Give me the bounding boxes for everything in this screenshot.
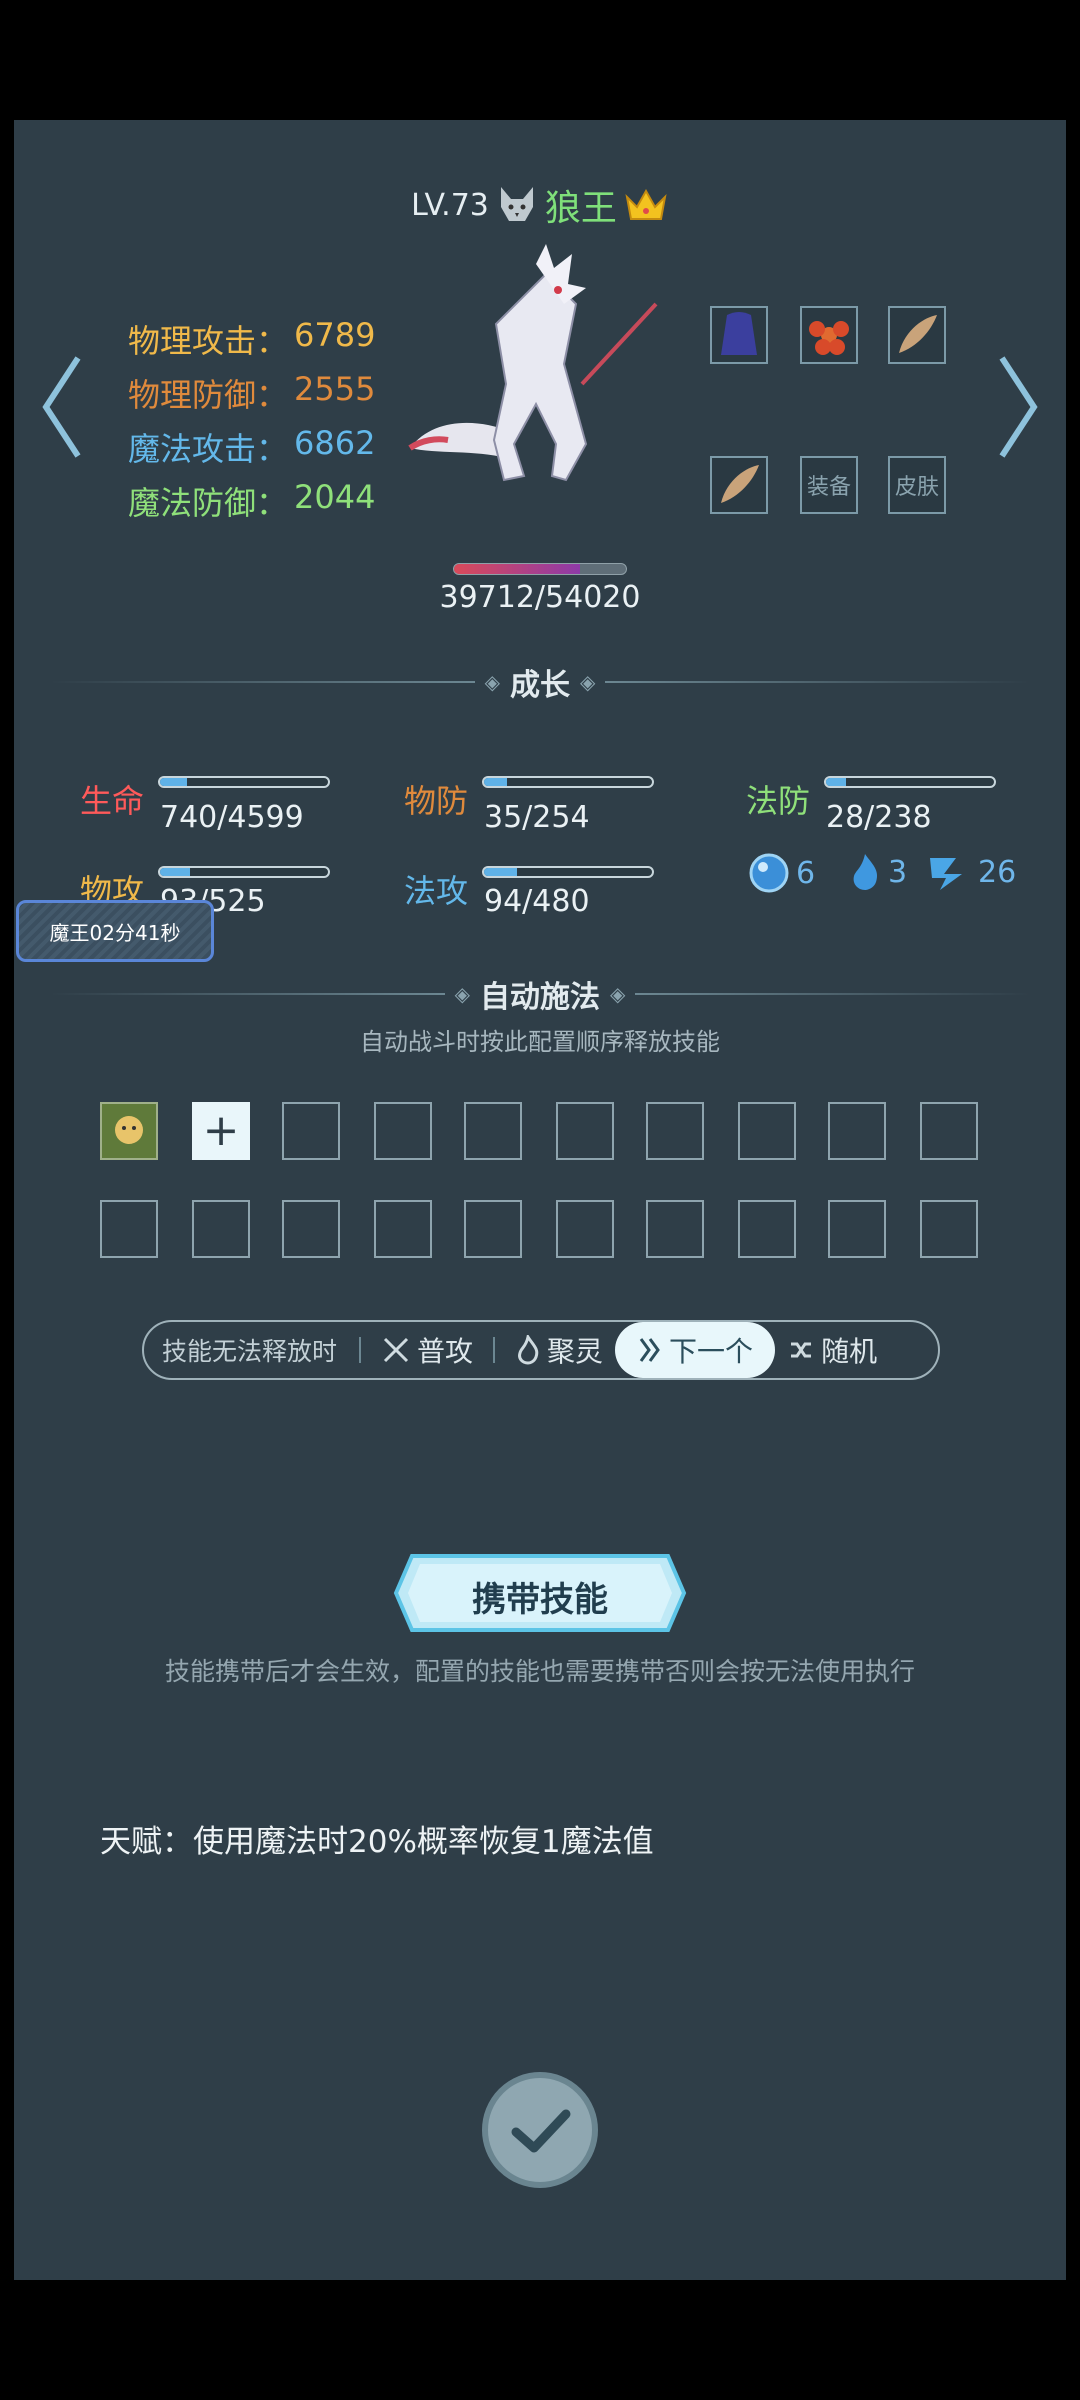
auto-cast-title: 自动施法 bbox=[480, 980, 600, 1015]
fallback-option-random[interactable]: 随机 bbox=[775, 1322, 889, 1378]
prev-hero-arrow-icon[interactable] bbox=[38, 352, 88, 462]
hero-level: LV.73 bbox=[411, 187, 489, 223]
skin-button[interactable]: 皮肤 bbox=[888, 456, 946, 514]
skill-slot-16[interactable] bbox=[556, 1200, 614, 1258]
stat-phys-def: 物理防御： 2555 bbox=[128, 370, 376, 414]
cloak-icon bbox=[721, 312, 757, 355]
flame-icon bbox=[853, 854, 878, 890]
fallback-label: 技能无法释放时 bbox=[162, 1337, 338, 1366]
skill-portrait-icon bbox=[102, 1104, 156, 1158]
fallback-switch: 技能无法释放时 普攻 聚灵 下一个 随机 bbox=[142, 1320, 940, 1380]
skill-slot-17[interactable] bbox=[646, 1200, 704, 1258]
growth-pdef-label: 物防 bbox=[404, 782, 469, 820]
double-chevron-icon bbox=[639, 1338, 660, 1362]
skill-slot-15[interactable] bbox=[464, 1200, 522, 1258]
skill-slot-8[interactable] bbox=[738, 1102, 796, 1160]
equipment-slot-flower[interactable] bbox=[800, 306, 858, 364]
hp-text: 39712/54020 bbox=[439, 580, 641, 615]
crossed-swords-icon bbox=[383, 1337, 409, 1363]
feather-icon bbox=[721, 465, 759, 503]
resource-rune: 26 bbox=[926, 852, 1016, 892]
growth-title: 成长 bbox=[510, 668, 570, 703]
auto-cast-header: ◈ 自动施法 ◈ bbox=[50, 974, 1030, 1015]
skill-slot-11[interactable] bbox=[100, 1200, 158, 1258]
wolf-icon bbox=[500, 187, 533, 221]
growth-hp-bar bbox=[158, 776, 330, 788]
growth-hp-label: 生命 bbox=[80, 782, 145, 820]
skill-slot-3[interactable] bbox=[282, 1102, 340, 1160]
growth-matk-label: 法攻 bbox=[404, 872, 469, 910]
rune-icon bbox=[930, 858, 962, 890]
confirm-button[interactable] bbox=[482, 2072, 598, 2188]
random-icon bbox=[791, 1342, 812, 1358]
skill-slot-5[interactable] bbox=[464, 1102, 522, 1160]
skill-slot-14[interactable] bbox=[374, 1200, 432, 1258]
demon-king-timer-badge[interactable]: 魔王02分41秒 bbox=[16, 900, 214, 962]
equipment-slot-feather-2[interactable] bbox=[710, 456, 768, 514]
skill-slot-13[interactable] bbox=[282, 1200, 340, 1258]
auto-cast-subtitle: 自动战斗时按此配置顺序释放技能 bbox=[360, 1028, 720, 1056]
equipment-slot-cloak[interactable] bbox=[710, 306, 768, 364]
stat-mag-atk: 魔法攻击： 6862 bbox=[128, 424, 376, 468]
werewolf-portrait bbox=[408, 244, 658, 482]
talent-text: 天赋：使用魔法时20%概率恢复1魔法值 bbox=[100, 1824, 654, 1860]
equipment-button[interactable]: 装备 bbox=[800, 456, 858, 514]
flower-icon bbox=[809, 321, 849, 355]
equipment-slot-feather-1[interactable] bbox=[888, 306, 946, 364]
growth-patk-bar bbox=[158, 866, 330, 878]
skill-slot-6[interactable] bbox=[556, 1102, 614, 1160]
skill-slot-4[interactable] bbox=[374, 1102, 432, 1160]
fallback-option-next[interactable]: 下一个 bbox=[615, 1322, 776, 1378]
stat-phys-atk: 物理攻击： 6789 bbox=[128, 316, 376, 360]
growth-mdef-bar bbox=[824, 776, 996, 788]
skill-slot-1[interactable] bbox=[100, 1102, 158, 1160]
growth-pdef-value: 35/254 bbox=[484, 800, 590, 835]
feather-icon bbox=[899, 315, 937, 353]
growth-mdef-label: 法防 bbox=[746, 782, 811, 820]
carry-skill-note: 技能携带后才会生效，配置的技能也需要携带否则会按无法使用执行 bbox=[164, 1657, 915, 1686]
add-skill-button[interactable]: + bbox=[192, 1102, 250, 1160]
skill-slot-12[interactable] bbox=[192, 1200, 250, 1258]
fallback-option-gather-spirit[interactable]: 聚灵 bbox=[503, 1322, 615, 1378]
hero-name: 狼王 bbox=[544, 188, 617, 229]
next-hero-arrow-icon[interactable] bbox=[992, 352, 1042, 462]
growth-matk-value: 94/480 bbox=[484, 884, 590, 919]
orb-icon bbox=[749, 853, 789, 893]
growth-matk-bar bbox=[482, 866, 654, 878]
spirit-flame-icon bbox=[518, 1335, 539, 1365]
hp-bar bbox=[453, 563, 627, 575]
growth-section-header: ◈ 成长 ◈ bbox=[50, 662, 1030, 703]
carry-skill-button[interactable]: 携带技能 bbox=[392, 1552, 688, 1634]
fallback-option-normal-attack[interactable]: 普攻 bbox=[369, 1322, 485, 1378]
hero-title: LV.73 狼王 bbox=[0, 180, 1080, 230]
carry-skill-label: 携带技能 bbox=[472, 1580, 608, 1620]
skill-slot-9[interactable] bbox=[828, 1102, 886, 1160]
skill-slot-18[interactable] bbox=[738, 1200, 796, 1258]
growth-hp-value: 740/4599 bbox=[160, 800, 304, 835]
skill-slot-10[interactable] bbox=[920, 1102, 978, 1160]
skill-slot-20[interactable] bbox=[920, 1200, 978, 1258]
stat-mag-def: 魔法防御： 2044 bbox=[128, 478, 376, 522]
hp-bar-fill bbox=[454, 564, 581, 574]
resource-orb: 6 bbox=[748, 852, 815, 894]
growth-mdef-value: 28/238 bbox=[826, 800, 932, 835]
growth-pdef-bar bbox=[482, 776, 654, 788]
resource-flame: 3 bbox=[848, 852, 907, 892]
crown-icon bbox=[625, 188, 667, 220]
checkmark-icon bbox=[511, 2109, 571, 2153]
skill-slot-7[interactable] bbox=[646, 1102, 704, 1160]
skill-slot-19[interactable] bbox=[828, 1200, 886, 1258]
